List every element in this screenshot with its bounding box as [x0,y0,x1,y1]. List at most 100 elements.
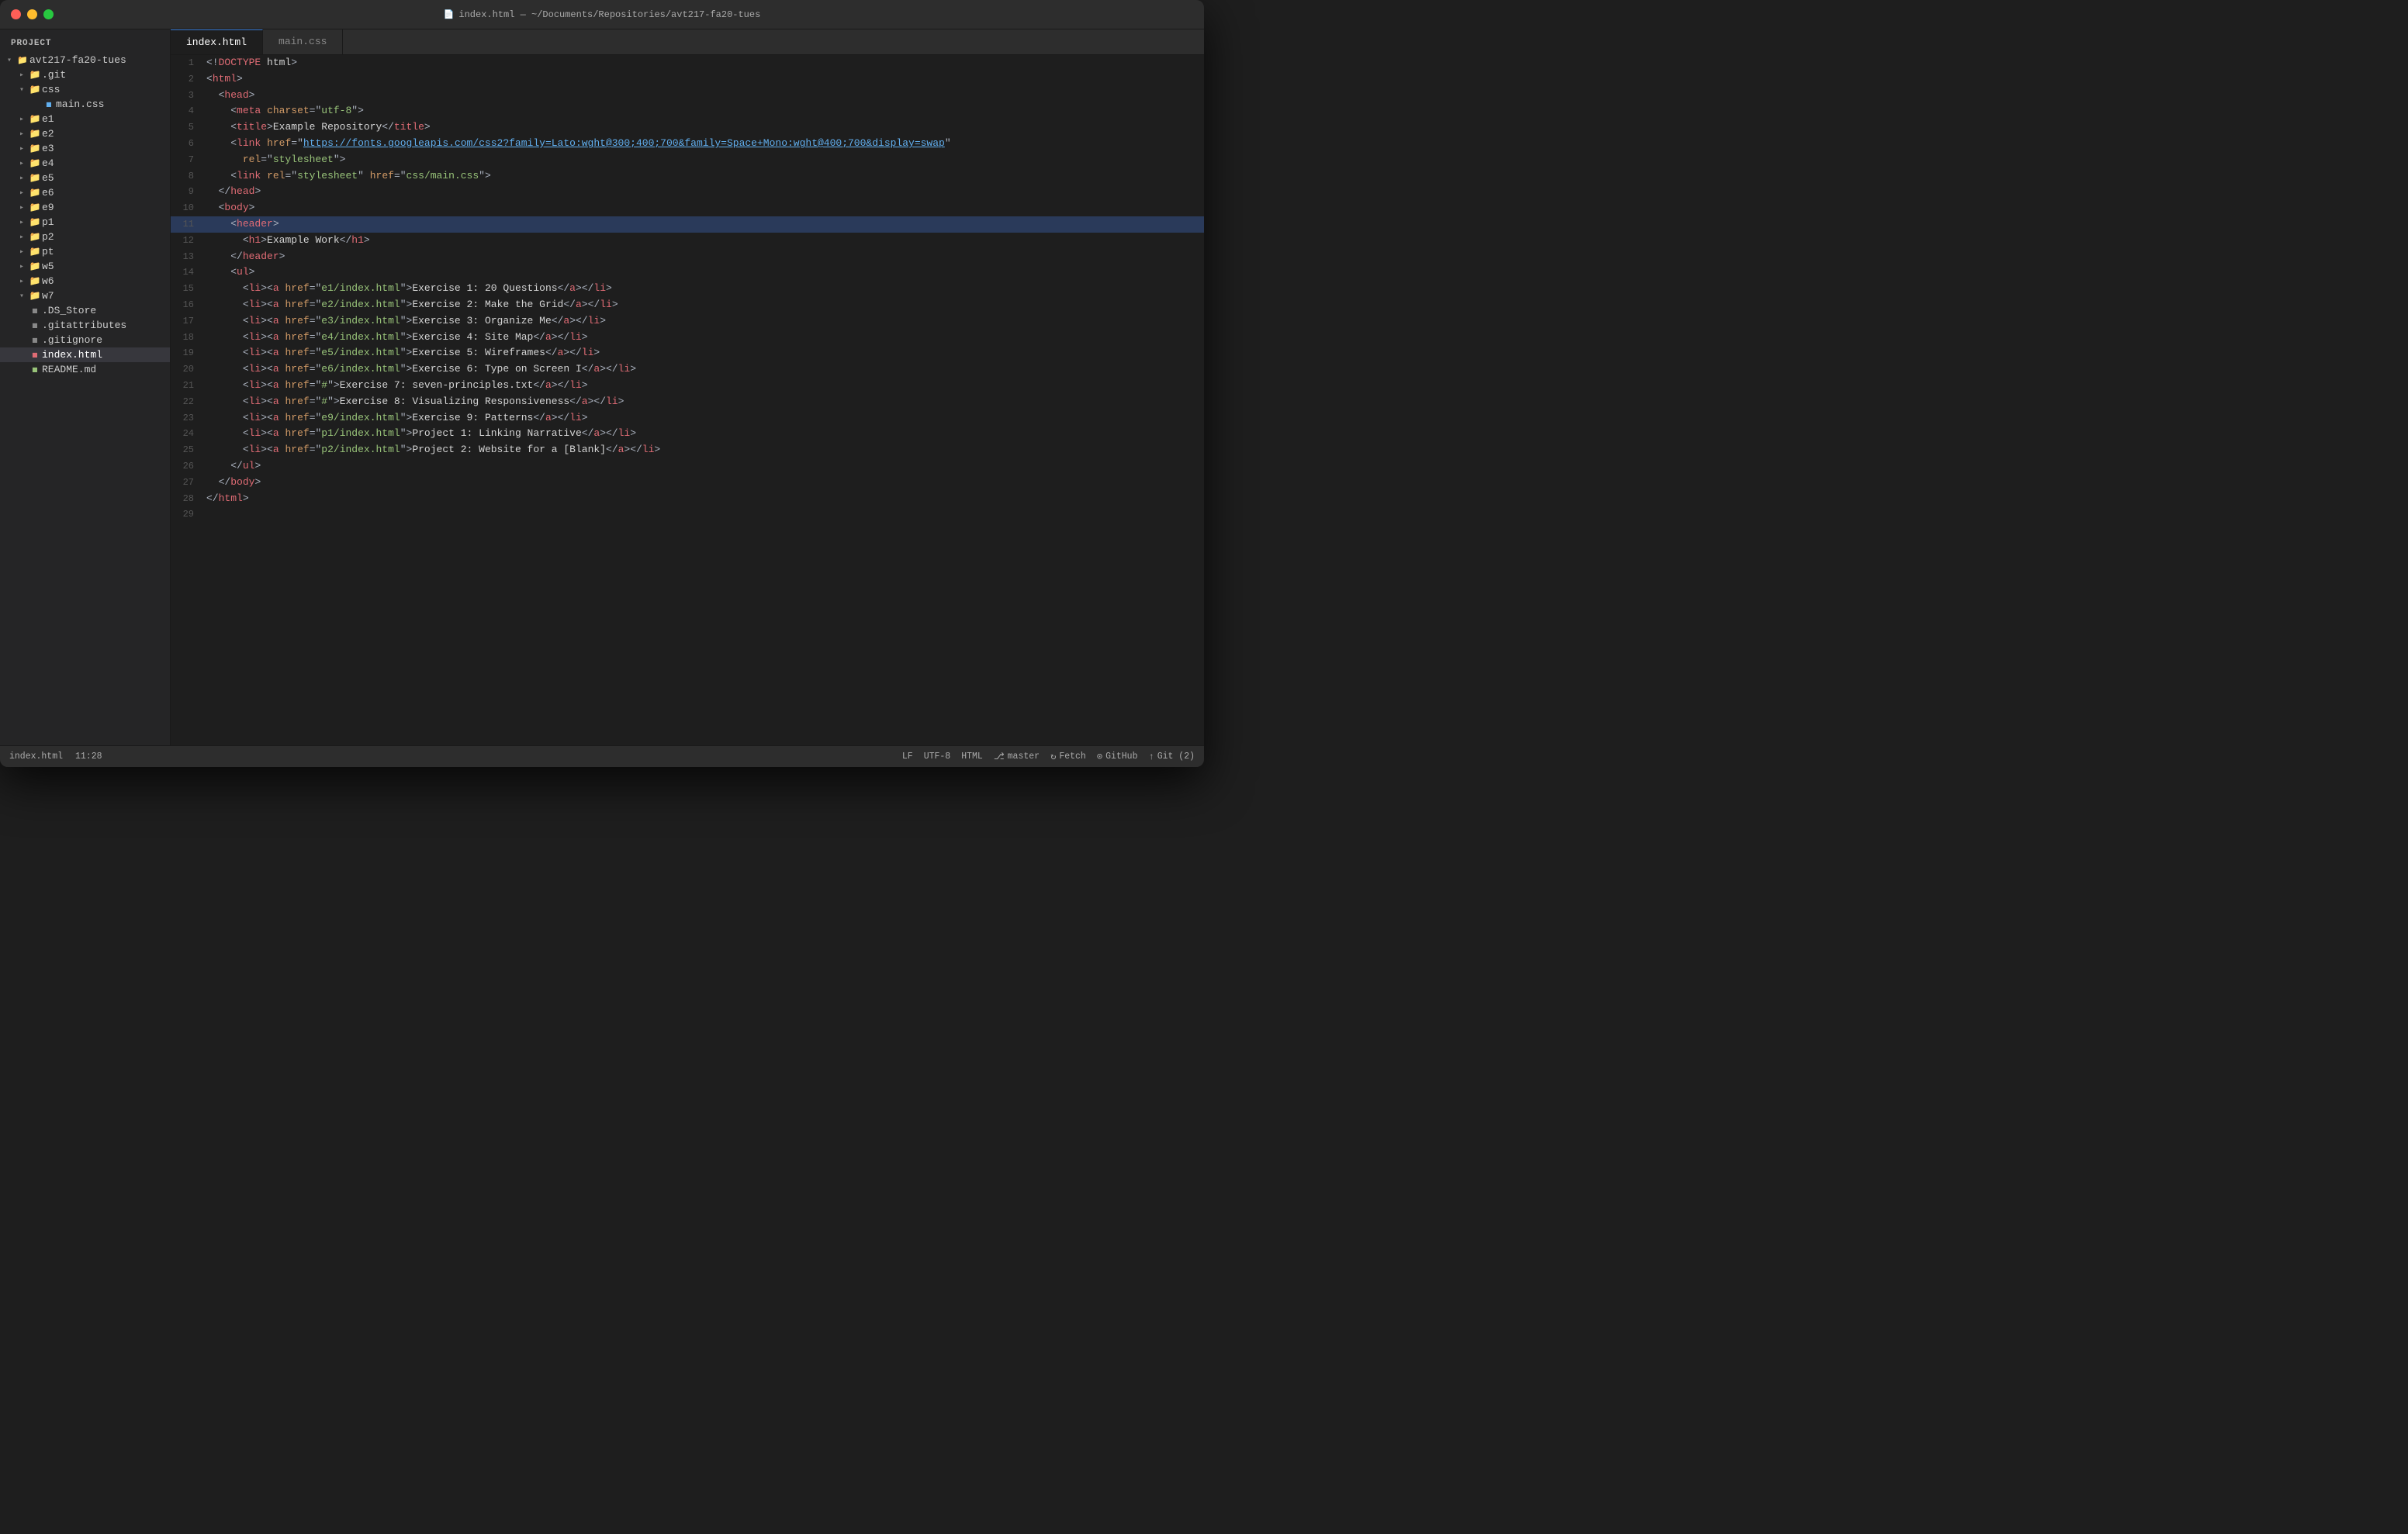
index-html-name: index.html [42,349,170,361]
dsstore-name: .DS_Store [42,305,170,316]
branch-text: master [1008,751,1040,762]
folder-pt-icon: 📁 [28,246,42,257]
sidebar-item-w7[interactable]: ▾ 📁 w7 [0,288,170,303]
sidebar-item-git[interactable]: ▸ 📁 .git [0,67,170,82]
git-text: Git (2) [1157,751,1195,762]
sidebar-item-e3[interactable]: ▸ 📁 e3 [0,141,170,156]
line-num-24: 24 [171,426,203,442]
line-num-9: 9 [171,184,203,200]
css-folder-name: css [42,84,170,95]
line-4: 4 <meta charset="utf-8"> [171,103,1204,119]
chevron-right-icon: ▸ [16,277,28,286]
line-num-12: 12 [171,233,203,249]
statusbar: index.html 11:28 LF UTF-8 HTML ⎇ master … [0,745,1204,767]
line-code-28: </html> [203,491,1204,507]
tab-index-html[interactable]: index.html [171,29,263,54]
sidebar-item-root[interactable]: ▾ 📁 avt217-fa20-tues [0,53,170,67]
status-branch[interactable]: ⎇ master [994,751,1040,762]
git-upload-icon: ↑ [1148,751,1154,762]
line-code-20: <li><a href="e6/index.html">Exercise 6: … [203,361,1204,378]
line-num-7: 7 [171,152,203,168]
fetch-text: Fetch [1059,751,1086,762]
sidebar-item-e6[interactable]: ▸ 📁 e6 [0,185,170,200]
e2-folder-name: e2 [42,128,170,140]
line-2: 2 <html> [171,71,1204,88]
sidebar-item-w6[interactable]: ▸ 📁 w6 [0,274,170,288]
tabs-bar: index.html main.css [171,29,1204,55]
status-encoding[interactable]: UTF-8 [924,751,951,762]
sidebar-item-maincss[interactable]: ◼ main.css [0,97,170,112]
gitignore-icon: ◼ [28,334,42,346]
root-folder-name: avt217-fa20-tues [29,54,170,66]
folder-e5-icon: 📁 [28,172,42,184]
line-20: 20 <li><a href="e6/index.html">Exercise … [171,361,1204,378]
line-num-3: 3 [171,88,203,104]
line-code-14: <ul> [203,264,1204,281]
sidebar-item-e2[interactable]: ▸ 📁 e2 [0,126,170,141]
status-line-ending[interactable]: LF [902,751,913,762]
status-github[interactable]: ⊙ GitHub [1097,751,1138,762]
chevron-right-icon: ▸ [16,71,28,80]
line-25: 25 <li><a href="p2/index.html">Project 2… [171,442,1204,458]
sidebar-item-dsstore[interactable]: ◼ .DS_Store [0,303,170,318]
folder-p2-icon: 📁 [28,231,42,243]
chevron-down-icon: ▾ [16,292,28,301]
line-code-3: <head> [203,88,1204,104]
line-code-11: <header> [203,216,1204,233]
status-language[interactable]: HTML [961,751,983,762]
line-code-18: <li><a href="e4/index.html">Exercise 4: … [203,330,1204,346]
line-num-26: 26 [171,458,203,475]
sidebar-item-e1[interactable]: ▸ 📁 e1 [0,112,170,126]
html-file-icon: ◼ [28,349,42,361]
status-filename-text: index.html [9,751,63,762]
git-folder-name: .git [42,69,170,81]
maximize-button[interactable] [43,9,54,19]
github-icon: ⊙ [1097,751,1102,762]
e3-folder-name: e3 [42,143,170,154]
sidebar-item-e9[interactable]: ▸ 📁 e9 [0,200,170,215]
line-num-28: 28 [171,491,203,507]
sidebar-item-w5[interactable]: ▸ 📁 w5 [0,259,170,274]
readme-name: README.md [42,364,170,375]
folder-p1-icon: 📁 [28,216,42,228]
sidebar-item-css-folder[interactable]: ▾ 📁 css [0,82,170,97]
p1-folder-name: p1 [42,216,170,228]
sidebar-item-gitignore[interactable]: ◼ .gitignore [0,333,170,347]
line-code-1: <!DOCTYPE html> [203,55,1204,71]
folder-css-icon: 📁 [28,84,42,95]
line-code-4: <meta charset="utf-8"> [203,103,1204,119]
close-button[interactable] [11,9,21,19]
chevron-down-icon: ▾ [3,56,16,65]
line-num-2: 2 [171,71,203,88]
sidebar-item-index-html[interactable]: ◼ index.html [0,347,170,362]
folder-w6-icon: 📁 [28,275,42,287]
statusbar-right: LF UTF-8 HTML ⎇ master ↻ Fetch ⊙ GitHub … [902,751,1195,762]
editor-content[interactable]: 1 <!DOCTYPE html> 2 <html> 3 <head> [171,55,1204,745]
chevron-right-icon: ▸ [16,130,28,139]
line-num-8: 8 [171,168,203,185]
line-code-24: <li><a href="p1/index.html">Project 1: L… [203,426,1204,442]
folder-e9-icon: 📁 [28,202,42,213]
line-num-1: 1 [171,55,203,71]
sidebar-item-e4[interactable]: ▸ 📁 e4 [0,156,170,171]
maincss-name: main.css [56,98,170,110]
sidebar-item-pt[interactable]: ▸ 📁 pt [0,244,170,259]
editor-area: index.html main.css 1 <!DOCTYPE html> 2 [171,29,1204,745]
line-num-19: 19 [171,345,203,361]
sidebar-item-e5[interactable]: ▸ 📁 e5 [0,171,170,185]
minimize-button[interactable] [27,9,37,19]
sidebar-item-p1[interactable]: ▸ 📁 p1 [0,215,170,230]
sidebar-item-readme[interactable]: ◼ README.md [0,362,170,377]
line-21: 21 <li><a href="#">Exercise 7: seven-pri… [171,378,1204,394]
status-git[interactable]: ↑ Git (2) [1148,751,1195,762]
line-num-11: 11 [171,216,203,233]
tab-main-css[interactable]: main.css [263,29,343,54]
sidebar-item-gitattributes[interactable]: ◼ .gitattributes [0,318,170,333]
status-fetch[interactable]: ↻ Fetch [1050,751,1086,762]
chevron-right-icon: ▸ [16,174,28,183]
line-code-23: <li><a href="e9/index.html">Exercise 9: … [203,410,1204,427]
sidebar-item-p2[interactable]: ▸ 📁 p2 [0,230,170,244]
branch-icon: ⎇ [994,751,1005,762]
chevron-right-icon: ▸ [16,262,28,271]
line-14: 14 <ul> [171,264,1204,281]
